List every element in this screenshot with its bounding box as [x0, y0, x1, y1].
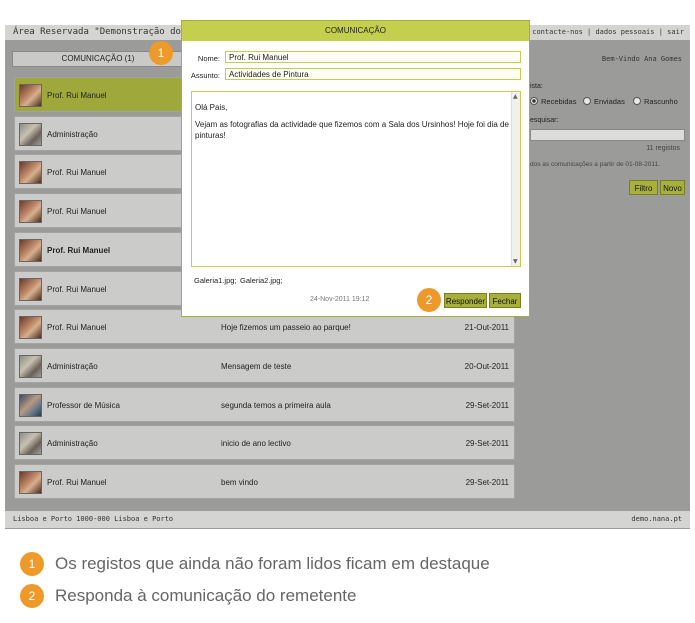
sender-name: Prof. Rui Manuel	[47, 207, 107, 217]
caption-2: Responda à comunicação do remetente	[55, 586, 357, 605]
radio-drafts-label: Rascunho	[644, 97, 678, 106]
personal-data-link[interactable]: dados pessoais	[595, 28, 654, 36]
message-subject: segunda temos a primeira aula	[221, 400, 331, 410]
message-scrollbar[interactable]: ▲ ▼	[511, 92, 520, 266]
admin-avatar	[19, 432, 42, 456]
scroll-up-icon[interactable]: ▲	[513, 93, 518, 100]
sender-name: Professor de Música	[47, 400, 120, 410]
sender-name: Prof. Rui Manuel	[47, 168, 107, 178]
attachment-2[interactable]: Galeria2.jpg;	[240, 276, 283, 285]
admin-avatar	[19, 122, 42, 146]
radio-received[interactable]: Recebidas	[530, 97, 576, 106]
dialog-title: COMUNICAÇÃO	[182, 21, 529, 41]
callout-badge-2: 2	[417, 288, 441, 312]
radio-sent[interactable]: Enviadas	[583, 97, 625, 106]
sender-name: Prof. Rui Manuel	[47, 323, 107, 333]
message-dialog: COMUNICAÇÃO Nome: Prof. Rui Manuel Assun…	[181, 20, 530, 317]
new-button[interactable]: Novo	[660, 180, 685, 195]
message-row[interactable]: Administração Mensagem de teste 20-Out-201…	[14, 347, 515, 383]
message-body[interactable]: Olá Pais, Vejam as fotografias da activi…	[191, 91, 521, 267]
record-count: 11 registos	[646, 145, 680, 152]
teacher-avatar	[19, 471, 42, 494]
caption-badge-2: 2	[20, 584, 44, 608]
message-text: Vejam as fotografias da actividade que f…	[195, 120, 509, 140]
contact-link[interactable]: contacte-nos	[532, 28, 583, 36]
scroll-down-icon[interactable]: ▼	[513, 258, 518, 265]
radio-dot-icon	[530, 97, 538, 105]
search-input[interactable]	[530, 129, 685, 141]
radio-dot-icon	[633, 97, 641, 105]
message-subject: inicio de ano lectivo	[221, 439, 291, 449]
sender-name: Administração	[47, 439, 98, 449]
message-subject: Mensagem de teste	[221, 361, 292, 371]
caption-1: Os registos que ainda não foram lidos fi…	[55, 554, 490, 573]
name-field[interactable]: Prof. Rui Manuel	[225, 51, 521, 63]
message-date: 24-Nov-2011 19:12	[310, 296, 370, 303]
message-row[interactable]: Prof. Rui Manuel bem vindo 29-Set-2011	[14, 464, 515, 499]
since-note: dos as comunicações a partir de 01-08-20…	[530, 161, 660, 168]
teacher-avatar	[19, 84, 42, 107]
name-label: Nome:	[197, 54, 220, 63]
filter-button[interactable]: Filtro	[629, 180, 658, 195]
close-button[interactable]: Fechar	[489, 293, 521, 308]
sender-name: Administração	[47, 361, 98, 371]
message-row[interactable]: Administração inicio de ano lectivo 29-Set…	[14, 425, 515, 461]
message-date: 20-Out-2011	[464, 361, 509, 371]
radio-sent-label: Enviadas	[594, 97, 625, 106]
sender-name: Prof. Rui Manuel	[47, 91, 107, 100]
subject-label: Assunto:	[190, 71, 220, 80]
message-date: 21-Out-2011	[464, 323, 509, 333]
message-date: 29-Set-2011	[465, 478, 509, 487]
teacher-avatar	[19, 277, 42, 301]
radio-dot-icon	[583, 97, 591, 105]
message-date: 29-Set-2011	[465, 400, 509, 410]
footer-site[interactable]: demo.nana.pt	[631, 515, 682, 523]
footer-address: Lisboa e Porto 1000-000 Lisboa e Porto	[13, 515, 174, 523]
teacher-avatar	[19, 316, 42, 340]
radio-received-label: Recebidas	[541, 97, 577, 106]
message-greeting: Olá Pais,	[195, 103, 228, 112]
teacher-avatar	[19, 238, 42, 262]
music-teacher-avatar	[19, 393, 42, 417]
teacher-avatar	[19, 200, 42, 224]
filter-panel: ista: Recebidas Enviadas Rascunho esquis…	[520, 77, 690, 177]
list-label: ista:	[530, 83, 543, 90]
search-label: esquisar:	[530, 117, 559, 124]
message-date: 29-Set-2011	[465, 439, 509, 449]
subject-field[interactable]: Actividades de Pintura	[225, 68, 521, 80]
sender-name: Prof. Rui Manuel	[47, 245, 111, 255]
welcome-text: Bem-Vindo Ana Gomes	[601, 55, 682, 63]
top-links: contacte-nos | dados pessoais | sair	[532, 28, 684, 36]
teacher-avatar	[19, 161, 42, 185]
radio-drafts[interactable]: Rascunho	[633, 97, 678, 106]
admin-avatar	[19, 354, 42, 378]
footer: Lisboa e Porto 1000-000 Lisboa e Porto d…	[5, 511, 690, 528]
sender-name: Prof. Rui Manuel	[47, 284, 107, 294]
sender-name: Prof. Rui Manuel	[47, 478, 107, 487]
sender-name: Administração	[47, 129, 98, 139]
callout-badge-1: 1	[149, 41, 173, 65]
message-subject: bem vindo	[221, 478, 258, 487]
caption-badge-1: 1	[20, 552, 44, 576]
message-subject: Hoje fizemos um passeio ao parque!	[221, 323, 351, 333]
logout-link[interactable]: sair	[667, 28, 684, 36]
message-row[interactable]: Professor de Música segunda temos a prime…	[14, 386, 515, 422]
attachment-1[interactable]: Galeria1.jpg;	[194, 276, 237, 285]
reply-button[interactable]: Responder	[444, 293, 487, 308]
